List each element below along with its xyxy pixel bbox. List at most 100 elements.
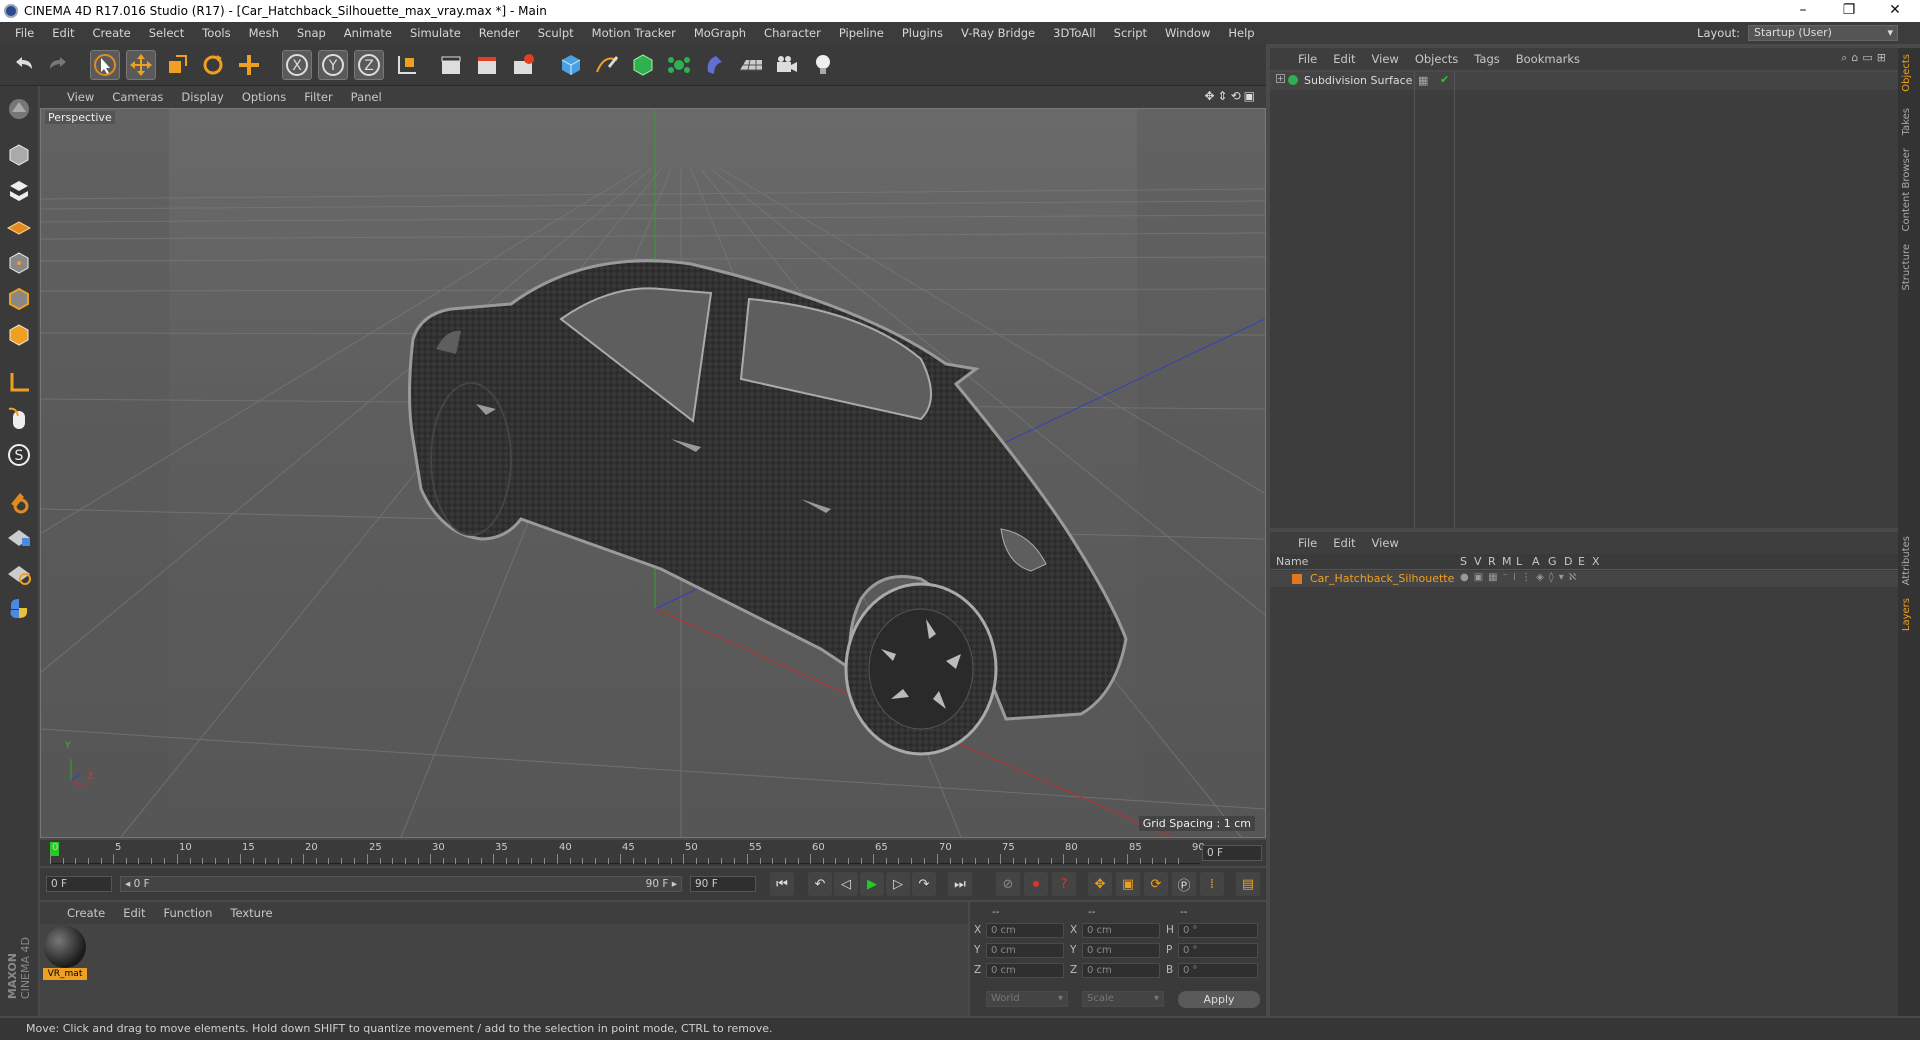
3d-viewport[interactable]: Y Z Perspective Grid Spacing : 1 cm: [40, 108, 1266, 838]
menu-vray-bridge[interactable]: V-Ray Bridge: [952, 26, 1044, 40]
position-z-field[interactable]: 0 cm: [986, 963, 1064, 978]
z-axis-lock-button[interactable]: Z: [354, 50, 384, 80]
coordinate-system-button[interactable]: [392, 50, 422, 80]
enabled-checkmark-icon[interactable]: ✔: [1440, 73, 1449, 86]
floor-object-button[interactable]: [736, 50, 766, 80]
menu-3dtoall[interactable]: 3DToAll: [1044, 26, 1105, 40]
menu-script[interactable]: Script: [1105, 26, 1156, 40]
layer-menu-view[interactable]: View: [1364, 536, 1407, 550]
model-mode-button[interactable]: [4, 140, 34, 170]
position-y-field[interactable]: 0 cm: [986, 943, 1064, 958]
object-menu-objects[interactable]: Objects: [1407, 52, 1466, 66]
coordinate-mode-select[interactable]: World ▾: [986, 991, 1068, 1007]
material-menu-create[interactable]: Create: [58, 906, 114, 920]
layer-menu-file[interactable]: File: [1290, 536, 1325, 550]
layout-select[interactable]: Startup (User) ▾: [1748, 25, 1898, 41]
viewport-nav-icons[interactable]: ✥⇕⟲▣: [1204, 89, 1258, 103]
key-pla-button[interactable]: ⁞: [1200, 872, 1224, 896]
frame-ruler[interactable]: 0 5 10 15 20 25 30 35 40 45 50 55 60 65 70 75 80 85 90: [50, 842, 1205, 864]
restore-button[interactable]: ❐: [1826, 0, 1872, 22]
object-menu-bookmarks[interactable]: Bookmarks: [1508, 52, 1588, 66]
tweak-mode-button[interactable]: [4, 404, 34, 434]
visibility-toggle-icon[interactable]: ▦: [1418, 74, 1428, 87]
menu-animate[interactable]: Animate: [335, 26, 401, 40]
menu-mesh[interactable]: Mesh: [240, 26, 288, 40]
cube-object-button[interactable]: [556, 50, 586, 80]
menu-plugins[interactable]: Plugins: [893, 26, 952, 40]
points-mode-button[interactable]: [4, 248, 34, 278]
camera-object-button[interactable]: [772, 50, 802, 80]
rotation-h-field[interactable]: 0 °: [1178, 923, 1258, 938]
tab-content-browser[interactable]: Content Browser: [1901, 148, 1912, 231]
menu-snap[interactable]: Snap: [288, 26, 335, 40]
key-scale-button[interactable]: ▣: [1116, 872, 1140, 896]
go-to-start-button[interactable]: ⏮: [770, 872, 794, 896]
key-position-button[interactable]: ✥: [1088, 872, 1112, 896]
material-swatch[interactable]: VR_mat: [43, 926, 87, 982]
menu-file[interactable]: File: [6, 26, 43, 40]
size-z-field[interactable]: 0 cm: [1082, 963, 1160, 978]
menu-window[interactable]: Window: [1156, 26, 1219, 40]
position-x-field[interactable]: 0 cm: [986, 923, 1064, 938]
previous-key-button[interactable]: ↶: [808, 872, 832, 896]
lock-workplane-button[interactable]: [4, 522, 34, 552]
menu-select[interactable]: Select: [140, 26, 193, 40]
transform-tool[interactable]: [234, 50, 264, 80]
tab-layers[interactable]: Layers: [1901, 598, 1912, 631]
render-view-button[interactable]: [436, 50, 466, 80]
object-menu-edit[interactable]: Edit: [1325, 52, 1363, 66]
texture-mode-button[interactable]: [4, 176, 34, 206]
undo-button[interactable]: [8, 50, 38, 80]
light-object-button[interactable]: [808, 50, 838, 80]
render-to-picture-viewer-button[interactable]: [472, 50, 502, 80]
size-mode-select[interactable]: Scale ▾: [1082, 991, 1164, 1007]
spline-pen-button[interactable]: [592, 50, 622, 80]
scale-tool[interactable]: [162, 50, 192, 80]
snap-button[interactable]: S: [4, 440, 34, 470]
y-axis-lock-button[interactable]: Y: [318, 50, 348, 80]
python-button[interactable]: [4, 594, 34, 624]
menu-motion-tracker[interactable]: Motion Tracker: [583, 26, 685, 40]
rotation-p-field[interactable]: 0 °: [1178, 943, 1258, 958]
material-menu-function[interactable]: Function: [155, 906, 222, 920]
edges-mode-button[interactable]: [4, 284, 34, 314]
autokeying-button[interactable]: ?: [1052, 872, 1076, 896]
viewport-menu-panel[interactable]: Panel: [342, 90, 391, 104]
viewport-menu-view[interactable]: View: [58, 90, 103, 104]
planar-workplane-button[interactable]: [4, 558, 34, 588]
object-menu-file[interactable]: File: [1290, 52, 1325, 66]
menu-tools[interactable]: Tools: [193, 26, 239, 40]
material-menu-edit[interactable]: Edit: [114, 906, 154, 920]
close-button[interactable]: ✕: [1872, 0, 1918, 22]
tab-objects[interactable]: Objects: [1901, 54, 1912, 92]
expand-icon[interactable]: +: [1276, 74, 1285, 83]
key-parameter-button[interactable]: Ⓟ: [1172, 872, 1196, 896]
x-axis-lock-button[interactable]: X: [282, 50, 312, 80]
menu-create[interactable]: Create: [84, 26, 140, 40]
layer-color-swatch[interactable]: [1292, 574, 1302, 584]
polygons-mode-button[interactable]: [4, 320, 34, 350]
object-menu-tags[interactable]: Tags: [1466, 52, 1507, 66]
redo-button[interactable]: [44, 50, 74, 80]
rotation-b-field[interactable]: 0 °: [1178, 963, 1258, 978]
timeline-window-button[interactable]: ▤: [1236, 872, 1260, 896]
apply-button[interactable]: Apply: [1178, 991, 1260, 1008]
next-key-button[interactable]: ↷: [912, 872, 936, 896]
viewport-menu-options[interactable]: Options: [233, 90, 295, 104]
go-to-end-button[interactable]: ⏭: [948, 872, 972, 896]
viewport-menu-display[interactable]: Display: [172, 90, 232, 104]
previous-frame-button[interactable]: ◁: [834, 872, 858, 896]
menu-edit[interactable]: Edit: [43, 26, 83, 40]
subdivision-surface-button[interactable]: [628, 50, 658, 80]
viewport-menu-filter[interactable]: Filter: [295, 90, 341, 104]
record-keyframe-button[interactable]: ⏺: [1024, 872, 1048, 896]
material-menu-texture[interactable]: Texture: [221, 906, 281, 920]
live-selection-tool[interactable]: [90, 50, 120, 80]
layer-name[interactable]: Car_Hatchback_Silhouette: [1310, 572, 1454, 585]
enable-snap-button[interactable]: [4, 486, 34, 516]
object-manager-search-icons[interactable]: ⌕⌂▭⊞: [1841, 51, 1890, 65]
size-x-field[interactable]: 0 cm: [1082, 923, 1160, 938]
play-button[interactable]: ▶: [860, 872, 884, 896]
deformer-button[interactable]: [700, 50, 730, 80]
menu-mograph[interactable]: MoGraph: [685, 26, 755, 40]
